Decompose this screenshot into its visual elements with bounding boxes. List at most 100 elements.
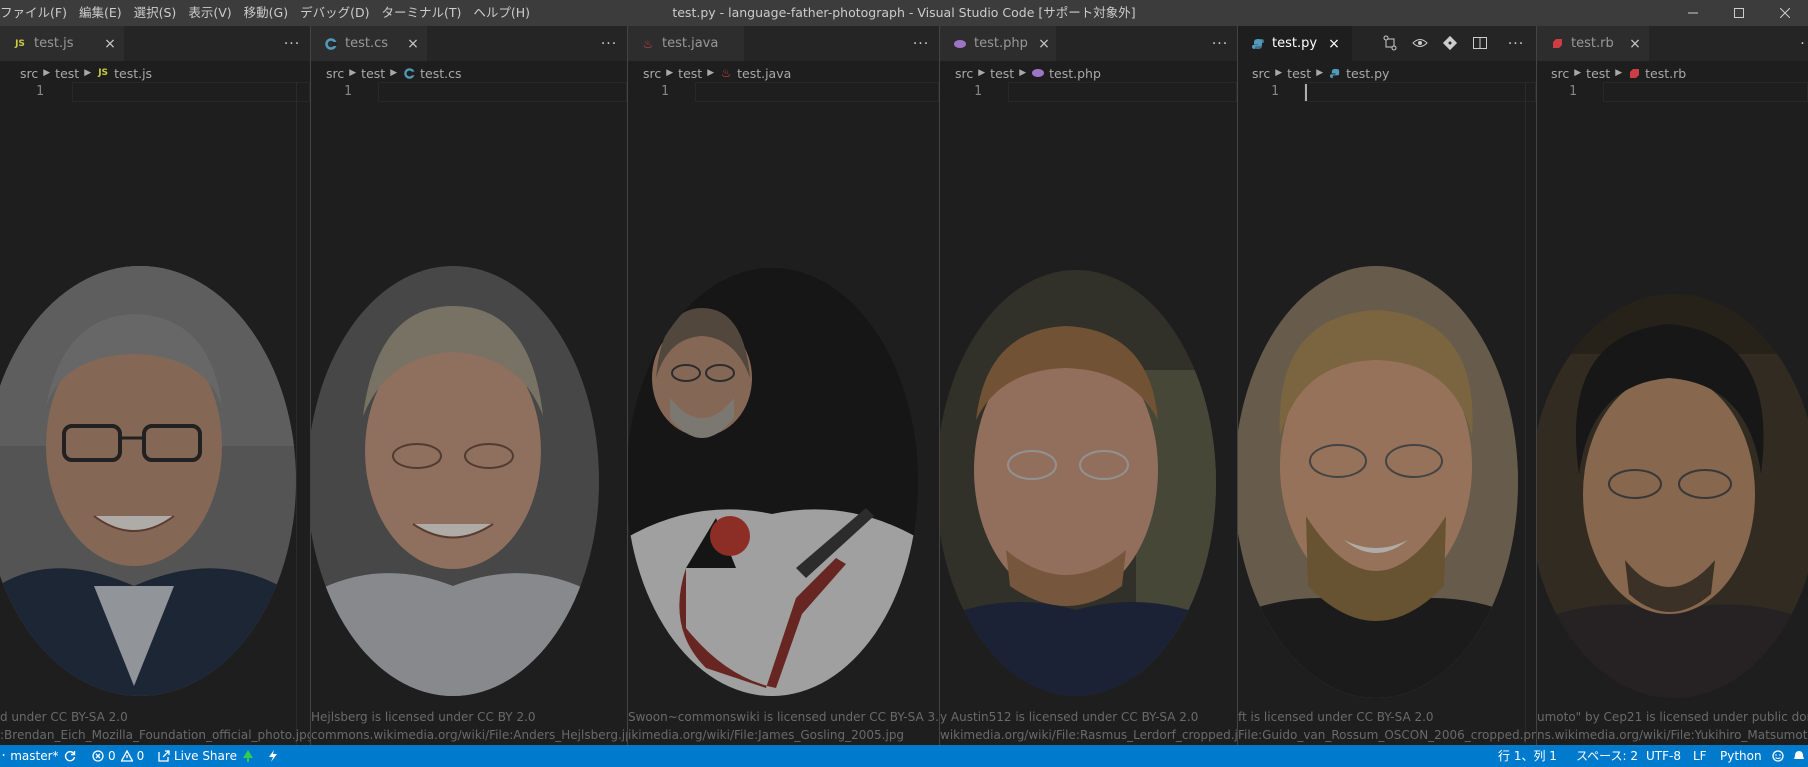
error-count: 0 bbox=[108, 749, 116, 763]
breadcrumb-folder-src[interactable]: src bbox=[1551, 66, 1569, 81]
indent-guide bbox=[1525, 82, 1526, 745]
line-number: 1 bbox=[974, 84, 982, 99]
breadcrumb-folder-src[interactable]: src bbox=[643, 66, 661, 81]
credit-line-1: umoto" by Cep21 is licensed under public… bbox=[1537, 710, 1808, 724]
cursor-position[interactable]: 行 1、列 1 bbox=[1498, 745, 1557, 767]
chevron-right-icon: ▶ bbox=[349, 68, 357, 78]
more-actions-icon[interactable]: · bbox=[1793, 34, 1808, 54]
portrait-photo bbox=[0, 266, 296, 696]
more-actions-icon[interactable]: ··· bbox=[282, 34, 302, 54]
close-window-button[interactable] bbox=[1762, 0, 1808, 26]
close-tab-icon[interactable]: × bbox=[1326, 36, 1342, 52]
menu-view[interactable]: 表示(V) bbox=[182, 0, 237, 26]
menu-debug[interactable]: デバッグ(D) bbox=[294, 0, 375, 26]
tab-test-java[interactable]: ♨ test.java bbox=[628, 26, 744, 61]
more-actions-icon[interactable]: ··· bbox=[1506, 34, 1526, 54]
javascript-file-icon: JS bbox=[15, 38, 25, 49]
lightning-icon bbox=[269, 750, 277, 762]
git-icon[interactable] bbox=[1442, 35, 1458, 51]
indentation-setting[interactable]: スペース: 2 bbox=[1576, 745, 1638, 767]
chevron-right-icon: ▶ bbox=[707, 68, 715, 78]
breadcrumb-folder-test[interactable]: test bbox=[678, 66, 702, 81]
close-tab-icon[interactable]: × bbox=[1627, 36, 1643, 52]
notifications-button[interactable] bbox=[1794, 745, 1808, 767]
live-share-icon bbox=[158, 750, 170, 762]
live-share-button[interactable]: Live Share bbox=[158, 745, 237, 767]
breadcrumb-folder-src[interactable]: src bbox=[20, 66, 38, 81]
credit-line-1: y Austin512 is licensed under CC BY-SA 2… bbox=[940, 710, 1199, 724]
bell-icon bbox=[1794, 751, 1804, 759]
tab-test-py[interactable]: test.py × bbox=[1238, 26, 1352, 61]
editor-group-py: test.py × ··· src ▶ test ▶ test.py 1 ft … bbox=[1238, 26, 1536, 745]
tab-test-js[interactable]: JS test.js × bbox=[0, 26, 124, 61]
warning-count: 0 bbox=[136, 749, 145, 763]
python-file-icon bbox=[1328, 66, 1342, 80]
tab-test-php[interactable]: test.php × bbox=[940, 26, 1056, 61]
menu-file[interactable]: ファイル(F) bbox=[0, 0, 73, 26]
close-tab-icon[interactable]: × bbox=[1036, 36, 1052, 52]
close-tab-icon[interactable]: × bbox=[102, 36, 118, 52]
chevron-right-icon: ▶ bbox=[1316, 68, 1324, 78]
menu-help[interactable]: ヘルプ(H) bbox=[467, 0, 536, 26]
window-controls bbox=[1670, 0, 1808, 26]
portrait-photo bbox=[1238, 266, 1518, 698]
open-changes-icon[interactable] bbox=[1382, 35, 1398, 51]
breadcrumb: src ▶ test ▶ test.rb bbox=[1551, 63, 1686, 83]
current-line-highlight bbox=[1008, 82, 1237, 102]
close-tab-icon[interactable]: × bbox=[405, 36, 421, 52]
close-icon bbox=[1780, 8, 1790, 18]
credit-line-2: File:Guido_van_Rossum_OSCON_2006_cropped… bbox=[1238, 728, 1536, 742]
menu-edit[interactable]: 編集(E) bbox=[73, 0, 128, 26]
minimize-button[interactable] bbox=[1670, 0, 1716, 26]
maximize-button[interactable] bbox=[1716, 0, 1762, 26]
breadcrumb-folder-test[interactable]: test bbox=[55, 66, 79, 81]
chevron-right-icon: ▶ bbox=[390, 68, 398, 78]
menu-go[interactable]: 移動(G) bbox=[238, 0, 294, 26]
php-file-icon bbox=[952, 36, 968, 52]
menu-selection[interactable]: 選択(S) bbox=[128, 0, 183, 26]
credit-line-1: Swoon~commonswiki is licensed under CC B… bbox=[628, 710, 939, 724]
encoding-setting[interactable]: UTF-8 bbox=[1646, 745, 1681, 767]
sync-button[interactable] bbox=[64, 745, 80, 767]
line-number: 1 bbox=[661, 84, 669, 99]
breadcrumb-file[interactable]: test.rb bbox=[1645, 66, 1686, 81]
split-editor-icon[interactable] bbox=[1472, 35, 1488, 51]
text-cursor[interactable] bbox=[1305, 84, 1307, 101]
breadcrumb-folder-src[interactable]: src bbox=[955, 66, 973, 81]
breadcrumb-folder-test[interactable]: test bbox=[1586, 66, 1610, 81]
more-actions-icon[interactable]: ··· bbox=[1210, 34, 1230, 54]
breadcrumb-file[interactable]: test.php bbox=[1049, 66, 1101, 81]
breadcrumb-file[interactable]: test.py bbox=[1346, 66, 1389, 81]
menu-terminal[interactable]: ターミナル(T) bbox=[375, 0, 467, 26]
tab-test-rb[interactable]: test.rb × bbox=[1537, 26, 1649, 61]
editor-group-php: test.php × ··· src ▶ test ▶ test.php 1 y… bbox=[940, 26, 1237, 745]
current-line-highlight bbox=[1603, 82, 1808, 102]
language-mode[interactable]: Python bbox=[1720, 745, 1762, 767]
ruby-file-icon bbox=[1549, 36, 1565, 52]
breadcrumb-folder-src[interactable]: src bbox=[326, 66, 344, 81]
more-actions-icon[interactable]: ··· bbox=[599, 34, 619, 54]
feedback-button[interactable] bbox=[1772, 745, 1788, 767]
problems-indicator[interactable]: 0 0 bbox=[92, 745, 144, 767]
tab-test-cs[interactable]: test.cs × bbox=[311, 26, 427, 61]
breadcrumb-folder-test[interactable]: test bbox=[361, 66, 385, 81]
tree-status[interactable] bbox=[242, 745, 258, 767]
photo-credit: Swoon~commonswiki is licensed under CC B… bbox=[628, 708, 939, 744]
portrait-photo bbox=[311, 266, 599, 696]
indent-guide bbox=[296, 82, 297, 745]
breadcrumb-folder-test[interactable]: test bbox=[1287, 66, 1311, 81]
preview-icon[interactable] bbox=[1412, 35, 1428, 51]
vscode-window: test.py - language-father-photograph - V… bbox=[0, 0, 1808, 767]
eol-label: LF bbox=[1693, 749, 1707, 763]
breadcrumb: src ▶ test ▶ test.py bbox=[1252, 63, 1389, 83]
lightning-status[interactable] bbox=[268, 745, 282, 767]
breadcrumb-file[interactable]: test.js bbox=[114, 66, 152, 81]
breadcrumb-folder-src[interactable]: src bbox=[1252, 66, 1270, 81]
git-branch[interactable]: ᛫ master* bbox=[0, 745, 59, 767]
breadcrumb-file[interactable]: test.cs bbox=[420, 66, 461, 81]
breadcrumb-folder-test[interactable]: test bbox=[990, 66, 1014, 81]
line-number: 1 bbox=[1271, 84, 1279, 99]
more-actions-icon[interactable]: ··· bbox=[911, 34, 931, 54]
breadcrumb-file[interactable]: test.java bbox=[737, 66, 791, 81]
eol-setting[interactable]: LF bbox=[1693, 745, 1707, 767]
